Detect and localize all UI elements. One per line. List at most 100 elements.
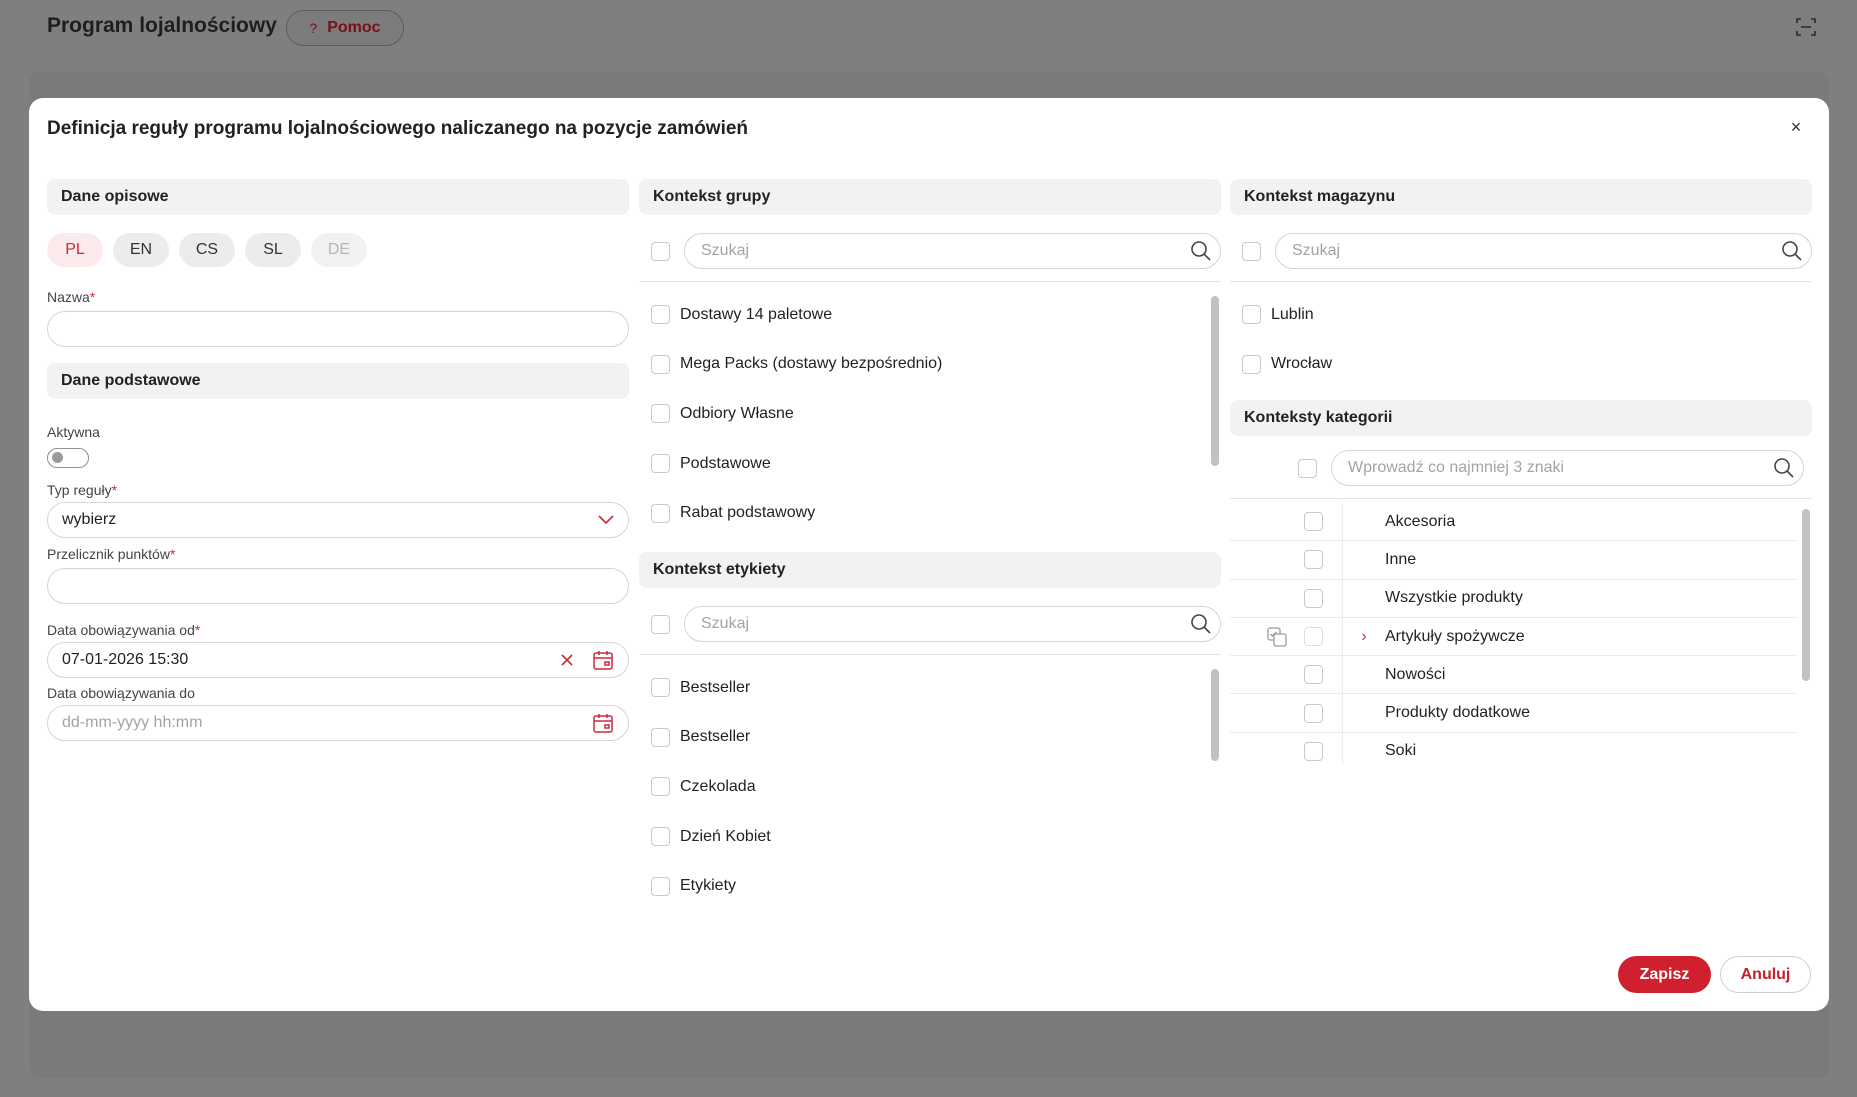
- item-checkbox[interactable]: [1303, 512, 1323, 532]
- name-input[interactable]: [47, 311, 629, 347]
- help-button[interactable]: ? Pomoc: [286, 10, 404, 46]
- item-checkbox[interactable]: [1242, 305, 1261, 325]
- date-to-input[interactable]: dd-mm-yyyy hh:mm: [47, 705, 629, 741]
- item-checkbox[interactable]: [1242, 354, 1261, 374]
- active-toggle[interactable]: [47, 448, 89, 468]
- category-search-input[interactable]: Wprowadź co najmniej 3 znaki: [1331, 450, 1804, 486]
- date-from-input[interactable]: 07-01-2026 15:30: [47, 642, 629, 678]
- label-list: Bestseller Bestseller Czekolada Dzień Ko…: [639, 655, 1221, 933]
- group-search-row: Szukaj: [639, 233, 1221, 269]
- lang-tab-cs[interactable]: CS: [179, 233, 235, 267]
- section-warehouse-context: Kontekst magazynu: [1230, 179, 1812, 215]
- group-label-column: Kontekst grupy Szukaj Dostawy 14 paletow…: [639, 179, 1221, 933]
- group-select-all-checkbox[interactable]: [651, 241, 670, 261]
- points-input[interactable]: [47, 568, 629, 604]
- scrollbar[interactable]: [1211, 296, 1219, 466]
- fullscreen-icon[interactable]: [1795, 16, 1817, 38]
- item-checkbox[interactable]: [651, 404, 670, 424]
- list-item[interactable]: Dzień Kobiet: [639, 812, 1221, 862]
- list-item[interactable]: Czekolada: [639, 762, 1221, 812]
- group-list: Dostawy 14 paletowe Mega Packs (dostawy …: [639, 282, 1221, 560]
- chevron-down-icon: [598, 515, 614, 525]
- list-item[interactable]: Odbiory Własne: [639, 389, 1221, 439]
- item-checkbox[interactable]: [651, 727, 670, 747]
- item-checkbox[interactable]: [1303, 627, 1323, 647]
- lang-tab-sl[interactable]: SL: [245, 233, 301, 267]
- close-icon[interactable]: ×: [1785, 116, 1807, 138]
- warehouse-select-all-checkbox[interactable]: [1242, 241, 1261, 261]
- warehouse-search-input[interactable]: Szukaj: [1275, 233, 1812, 269]
- item-checkbox[interactable]: [651, 503, 670, 523]
- list-item[interactable]: Bestseller: [639, 663, 1221, 713]
- select-children-icon[interactable]: [1266, 626, 1288, 648]
- item-label: Wrocław: [1271, 355, 1333, 373]
- list-item[interactable]: Dostawy 14 paletowe: [639, 290, 1221, 340]
- date-from-label-text: Data obowiązywania od: [47, 622, 195, 638]
- item-label: Bestseller: [680, 678, 751, 696]
- list-item[interactable]: Wrocław: [1230, 340, 1812, 390]
- section-descriptive: Dane opisowe: [47, 179, 629, 215]
- item-checkbox[interactable]: [1303, 550, 1323, 570]
- required-mark: *: [194, 622, 201, 638]
- category-tree: Akcesoria Inne Wszystkie produkty › Arty…: [1230, 499, 1812, 764]
- toggle-knob: [52, 452, 63, 463]
- list-item[interactable]: Rabat podstawowy: [639, 488, 1221, 538]
- search-icon[interactable]: [1190, 240, 1212, 262]
- clear-icon[interactable]: [560, 653, 574, 667]
- item-label: Czekolada: [680, 777, 756, 795]
- search-icon[interactable]: [1773, 457, 1795, 479]
- label-search-row: Szukaj: [639, 606, 1221, 642]
- tree-row[interactable]: › Artykuły spożywcze: [1230, 617, 1798, 657]
- list-item[interactable]: Lublin: [1230, 290, 1812, 340]
- item-label: Mega Packs (dostawy bezpośrednio): [680, 355, 943, 373]
- question-icon: ?: [309, 20, 318, 36]
- item-checkbox[interactable]: [651, 354, 670, 374]
- item-checkbox[interactable]: [651, 454, 670, 474]
- group-search-input[interactable]: Szukaj: [684, 233, 1221, 269]
- list-item[interactable]: Mega Packs (dostawy bezpośrednio): [639, 340, 1221, 390]
- item-label: Soki: [1385, 742, 1417, 760]
- rule-type-select[interactable]: wybierz: [47, 502, 629, 538]
- item-checkbox[interactable]: [1303, 741, 1323, 761]
- dialog-title: Definicja reguły programu lojalnościoweg…: [47, 118, 749, 139]
- item-checkbox[interactable]: [651, 777, 670, 797]
- calendar-icon[interactable]: [592, 712, 614, 734]
- section-group-context: Kontekst grupy: [639, 179, 1221, 215]
- item-label: Inne: [1385, 550, 1417, 568]
- rule-type-label: Typ reguły*: [47, 482, 629, 498]
- lang-tab-de[interactable]: DE: [311, 233, 367, 267]
- item-checkbox[interactable]: [1303, 703, 1323, 723]
- list-item[interactable]: Podstawowe: [639, 439, 1221, 489]
- item-checkbox[interactable]: [651, 678, 670, 698]
- tree-row[interactable]: Wszystkie produkty: [1230, 579, 1798, 618]
- list-item[interactable]: Bestseller: [639, 713, 1221, 763]
- tree-row[interactable]: Soki: [1230, 732, 1798, 764]
- item-label: Lublin: [1271, 305, 1314, 323]
- item-checkbox[interactable]: [651, 305, 670, 325]
- cancel-button[interactable]: Anuluj: [1720, 956, 1811, 993]
- category-select-all-checkbox[interactable]: [1298, 458, 1317, 478]
- search-icon[interactable]: [1190, 613, 1212, 635]
- list-item[interactable]: Etykiety: [639, 861, 1221, 911]
- expand-arrow-icon[interactable]: ›: [1343, 628, 1385, 646]
- item-checkbox[interactable]: [1303, 665, 1323, 685]
- lang-tab-pl[interactable]: PL: [47, 233, 103, 267]
- lang-tab-en[interactable]: EN: [113, 233, 169, 267]
- date-from-value: 07-01-2026 15:30: [62, 651, 189, 668]
- help-button-label: Pomoc: [327, 19, 381, 36]
- save-button[interactable]: Zapisz: [1618, 956, 1711, 993]
- tree-row[interactable]: Akcesoria: [1230, 503, 1798, 542]
- search-icon[interactable]: [1781, 240, 1803, 262]
- tree-row[interactable]: Nowości: [1230, 656, 1798, 695]
- calendar-icon[interactable]: [592, 649, 614, 671]
- scrollbar[interactable]: [1802, 509, 1810, 681]
- label-select-all-checkbox[interactable]: [651, 614, 670, 634]
- item-checkbox[interactable]: [651, 827, 670, 847]
- item-checkbox[interactable]: [1303, 588, 1323, 608]
- tree-row[interactable]: Inne: [1230, 541, 1798, 580]
- tree-row[interactable]: Produkty dodatkowe: [1230, 694, 1798, 733]
- page-title: Program lojalnościowy: [47, 14, 277, 37]
- label-search-input[interactable]: Szukaj: [684, 606, 1221, 642]
- scrollbar[interactable]: [1211, 669, 1219, 761]
- item-checkbox[interactable]: [651, 876, 670, 896]
